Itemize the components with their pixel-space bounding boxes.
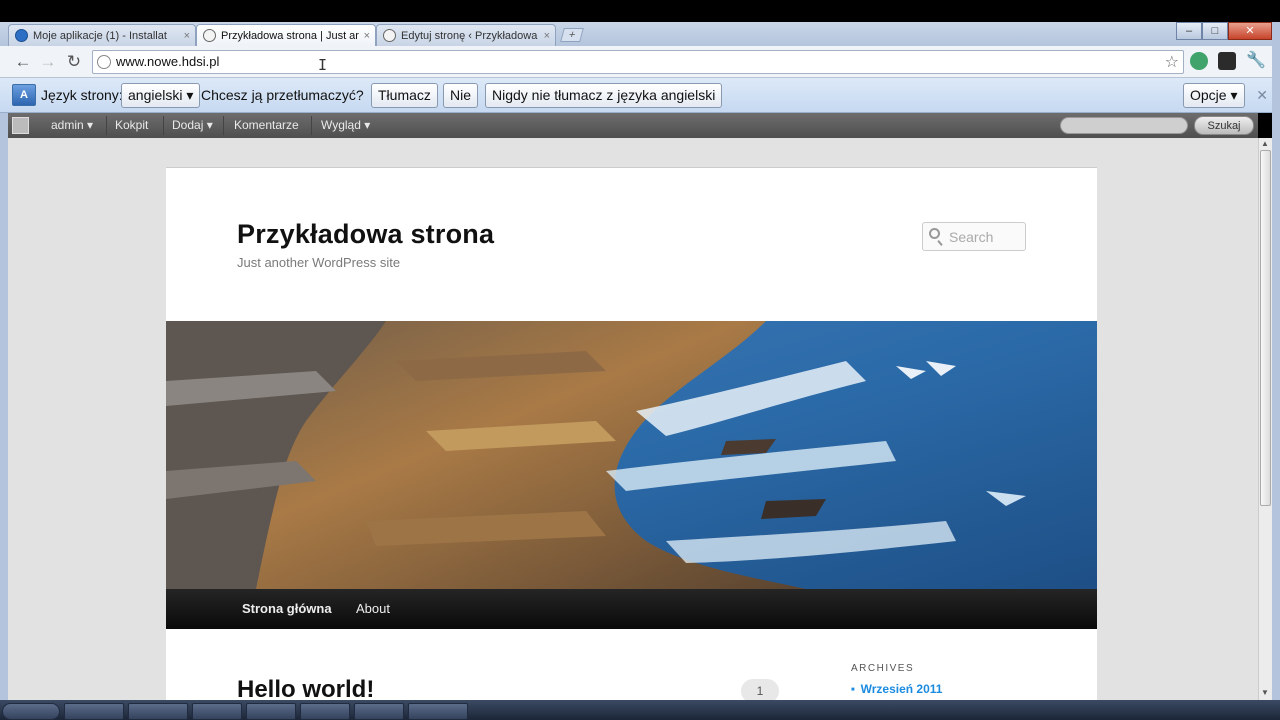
page-viewport: Przykładowa strona Just another WordPres… (8, 138, 1258, 700)
tab-title: Edytuj stronę ‹ Przykładowa (401, 30, 538, 42)
minimize-button[interactable]: – (1176, 22, 1202, 40)
translate-icon: A (12, 84, 36, 106)
avatar[interactable] (12, 117, 29, 134)
post-title[interactable]: Hello world! (237, 676, 374, 700)
tab-moje-aplikacje[interactable]: Moje aplikacje (1) - Installat × (8, 24, 196, 46)
search-placeholder: Search (949, 229, 994, 245)
menu-item-about[interactable]: About (356, 589, 390, 629)
tab-favicon-icon (383, 29, 396, 42)
admin-bar-dodaj[interactable]: Dodaj ▾ (162, 113, 223, 138)
archive-link[interactable]: Wrzesień 2011 (851, 682, 943, 696)
url-text[interactable]: www.nowe.hdsi.pl (116, 51, 219, 73)
tab-title: Moje aplikacje (1) - Installat (33, 30, 167, 42)
tab-strip: Moje aplikacje (1) - Installat × Przykła… (0, 22, 1280, 47)
window-controls: – □ ✕ (1176, 22, 1272, 40)
translate-question: Chcesz ją przetłumaczyć? (201, 87, 364, 103)
never-translate-button[interactable]: Nigdy nie tłumacz z języka angielski (485, 83, 723, 108)
back-button[interactable]: ← (12, 52, 34, 72)
search-icon (929, 228, 940, 239)
tab-favicon-icon (203, 29, 216, 42)
os-taskbar (0, 700, 1280, 720)
taskbar-button[interactable] (300, 703, 350, 720)
main-navigation: Strona główna About (166, 589, 1097, 629)
admin-bar-wyglad[interactable]: Wygląd ▾ (311, 113, 380, 138)
admin-bar-admin[interactable]: admin ▾ (41, 113, 103, 138)
admin-bar-search-button[interactable]: Szukaj (1194, 116, 1254, 135)
top-letterbox (0, 0, 1280, 22)
scroll-up-icon[interactable]: ▲ (1261, 139, 1269, 148)
start-button[interactable] (2, 703, 60, 720)
taskbar-button[interactable] (128, 703, 188, 720)
window-frame-left (0, 113, 8, 700)
globe-icon (97, 55, 111, 69)
address-bar[interactable]: www.nowe.hdsi.pl ☆ (92, 50, 1184, 74)
language-select[interactable]: angielski ▾ (121, 83, 201, 108)
taskbar-button[interactable] (408, 703, 468, 720)
archives-widget-title: ARCHIVES (851, 663, 915, 674)
site-search-input[interactable]: Search (922, 222, 1026, 251)
extension-flag-icon[interactable] (1218, 52, 1236, 70)
translate-button[interactable]: Tłumacz (371, 83, 438, 108)
tab-close-icon[interactable]: × (184, 25, 190, 46)
site-page: Przykładowa strona Just another WordPres… (166, 167, 1097, 700)
tab-title: Przykładowa strona | Just ar (221, 30, 359, 42)
site-description: Just another WordPress site (237, 255, 401, 270)
translate-infobar: A Język strony: angielski ▾ Chcesz ją pr… (0, 78, 1280, 113)
text-cursor-icon: I (318, 56, 328, 74)
page-scrollbar[interactable]: ▲ ▼ (1258, 138, 1272, 700)
tab-favicon-icon (15, 29, 28, 42)
reload-button[interactable]: ↻ (63, 52, 85, 72)
tab-edytuj-strone[interactable]: Edytuj stronę ‹ Przykładowa × (376, 24, 556, 46)
browser-toolbar: ← → ↻ www.nowe.hdsi.pl ☆ (0, 46, 1280, 78)
bookmark-star-icon[interactable]: ☆ (1165, 52, 1179, 72)
menu-item-strona-glowna[interactable]: Strona główna (242, 589, 332, 629)
wp-admin-bar: admin ▾ Kokpit Dodaj ▾ Komentarze Wygląd… (8, 113, 1258, 138)
tab-close-icon[interactable]: × (544, 25, 550, 46)
admin-bar-kokpit[interactable]: Kokpit (105, 113, 158, 138)
header-image (166, 321, 1097, 589)
site-title[interactable]: Przykładowa strona (237, 219, 494, 250)
new-tab-button[interactable]: + (560, 28, 584, 42)
comment-count-badge[interactable]: 1 (741, 679, 779, 700)
wrench-icon[interactable]: 🔧 (1246, 52, 1266, 70)
scroll-thumb[interactable] (1260, 150, 1271, 506)
admin-bar-search-input[interactable] (1060, 117, 1188, 134)
tab-close-icon[interactable]: × (364, 25, 370, 47)
close-infobar-icon[interactable]: ✕ (1256, 87, 1268, 104)
scroll-down-icon[interactable]: ▼ (1261, 688, 1269, 697)
taskbar-button[interactable] (64, 703, 124, 720)
taskbar-button[interactable] (246, 703, 296, 720)
extension-s-icon[interactable] (1190, 52, 1208, 70)
forward-button[interactable]: → (37, 52, 59, 72)
maximize-button[interactable]: □ (1202, 22, 1228, 40)
admin-bar-komentarze[interactable]: Komentarze (224, 113, 309, 138)
close-window-button[interactable]: ✕ (1228, 22, 1272, 40)
options-button[interactable]: Opcje ▾ (1183, 83, 1245, 108)
tab-przykladowa-strona[interactable]: Przykładowa strona | Just ar × (196, 24, 376, 47)
taskbar-button[interactable] (192, 703, 242, 720)
language-label: Język strony: (41, 87, 123, 103)
window-frame-right (1272, 22, 1280, 700)
no-translate-button[interactable]: Nie (443, 83, 479, 108)
taskbar-button[interactable] (354, 703, 404, 720)
